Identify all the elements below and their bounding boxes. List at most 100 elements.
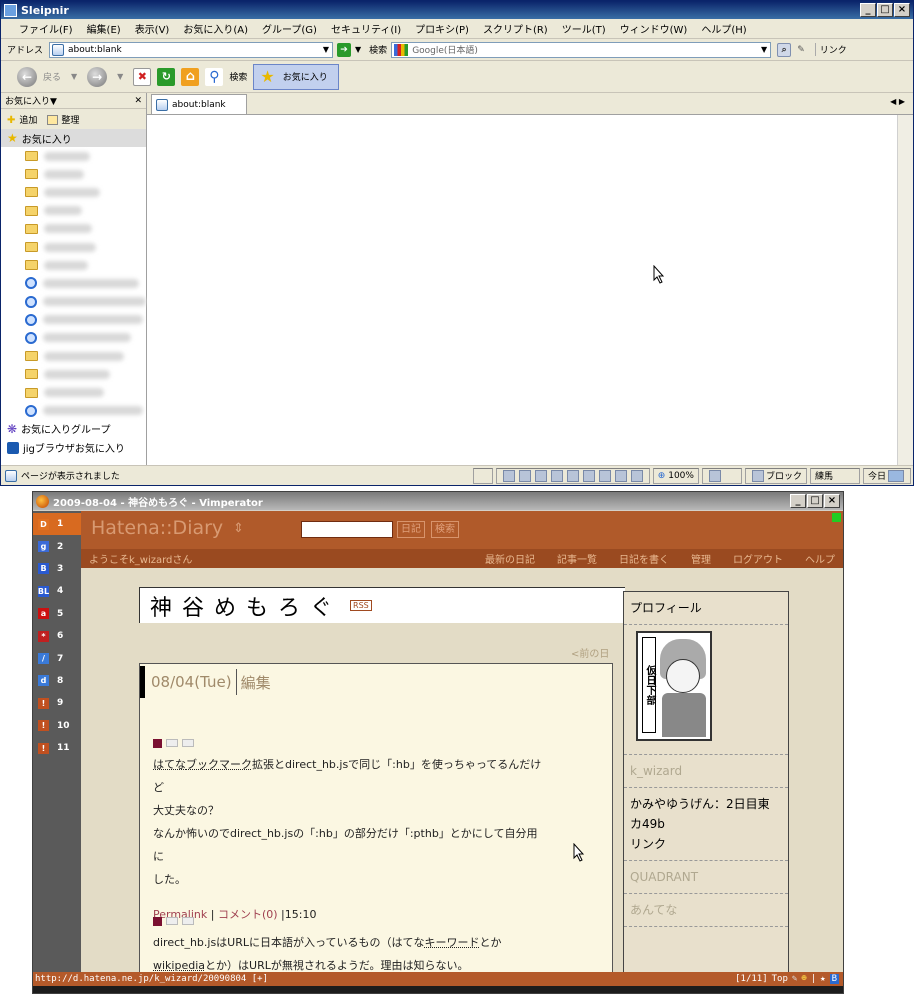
zoom-segment[interactable]: ⊕ 100% — [652, 467, 699, 484]
diary-search-input[interactable] — [301, 521, 393, 538]
sidebar-close-icon[interactable]: ✕ — [134, 96, 142, 106]
go-icon[interactable]: ➔ — [337, 42, 352, 57]
prev-day-link[interactable]: <前の日 — [571, 645, 609, 660]
status-tool-icon[interactable] — [550, 469, 563, 482]
tab-5[interactable]: a5 — [33, 603, 81, 625]
tab-8[interactable]: d8 — [33, 670, 81, 692]
sidebar-title[interactable]: お気に入り▼ — [5, 94, 57, 107]
favorites-button[interactable]: ★ お気に入り — [253, 63, 339, 90]
comment-icon[interactable] — [166, 739, 178, 747]
home-icon[interactable]: ⌂ — [181, 67, 200, 86]
nav-list[interactable]: 記事一覧 — [557, 551, 597, 566]
quadrant-link[interactable]: QUADRANT — [624, 861, 788, 894]
vertical-scrollbar[interactable] — [897, 115, 913, 465]
status-tool-icon[interactable] — [598, 469, 611, 482]
favorite-item[interactable] — [1, 383, 146, 401]
favorite-item[interactable] — [1, 365, 146, 383]
favorite-item[interactable] — [1, 165, 146, 183]
address-dropdown-icon[interactable]: ▼ — [323, 45, 332, 54]
diary-button[interactable]: 日記 — [397, 521, 425, 538]
jig-favorites-item[interactable]: jigブラウザお気に入り — [1, 438, 146, 457]
search-icon[interactable]: ⚲ — [205, 67, 224, 86]
avatar[interactable]: 仮日下部 — [636, 631, 712, 741]
tab-1[interactable]: D1 — [33, 513, 81, 536]
username-link[interactable]: k_wizard — [624, 755, 788, 788]
favorite-item[interactable] — [1, 293, 146, 311]
search-dropdown-icon[interactable]: ▼ — [761, 45, 770, 54]
favorite-item[interactable] — [1, 311, 146, 329]
forward-icon[interactable]: → — [87, 66, 108, 87]
search-input[interactable]: Google(日本語) ▼ — [391, 41, 772, 58]
tab-3[interactable]: B3 — [33, 558, 81, 580]
favorite-item[interactable] — [1, 147, 146, 165]
refresh-icon[interactable]: ↻ — [157, 67, 176, 86]
menu-script[interactable]: スクリプト(R) — [483, 21, 548, 36]
favorites-groups-item[interactable]: ❋ お気に入りグループ — [1, 419, 146, 438]
favorite-item[interactable] — [1, 256, 146, 274]
favorite-item[interactable] — [1, 183, 146, 201]
links-label[interactable]: リンク — [814, 43, 847, 56]
go-dropdown-icon[interactable]: ▼ — [355, 45, 361, 54]
forward-dropdown-icon[interactable]: ▼ — [117, 72, 123, 81]
stop-icon[interactable]: ✖ — [133, 67, 152, 86]
day-date[interactable]: 08/04(Tue) — [151, 673, 232, 691]
tab-7[interactable]: /7 — [33, 647, 81, 669]
favorite-item[interactable] — [1, 220, 146, 238]
back-icon[interactable]: ← — [17, 66, 37, 87]
menu-help[interactable]: ヘルプ(H) — [701, 21, 746, 36]
tab-6[interactable]: * 6 — [33, 625, 81, 647]
nav-help[interactable]: ヘルプ — [805, 551, 835, 566]
edit-link[interactable]: 編集 — [241, 672, 271, 693]
keyword-link[interactable]: ブックマーク — [186, 758, 252, 771]
tab-10[interactable]: ! 10 — [33, 715, 81, 737]
pencil-icon[interactable]: ✎ — [792, 974, 797, 984]
keyword-link[interactable]: wikipedia — [153, 959, 205, 972]
address-input[interactable]: about:blank ▼ — [49, 41, 334, 58]
favorite-item[interactable] — [1, 202, 146, 220]
search-button-label[interactable]: 検索 — [229, 70, 247, 83]
maximize-button[interactable]: □ — [807, 494, 823, 508]
back-label[interactable]: 戻る — [43, 70, 61, 83]
block-segment[interactable]: ブロック — [744, 467, 807, 484]
search-page-icon[interactable]: ⌕ — [777, 42, 792, 57]
bookmark-icon[interactable] — [182, 739, 194, 747]
add-favorite-button[interactable]: ✚ 追加 — [7, 113, 37, 126]
comment-icon[interactable] — [166, 917, 178, 925]
tab-scroll-arrows-icon[interactable]: ◀ ▶ — [890, 97, 905, 106]
tab-about-blank[interactable]: about:blank — [151, 94, 247, 114]
tab-4[interactable]: BL 4 — [33, 580, 81, 602]
close-button[interactable]: × — [824, 494, 840, 508]
menu-security[interactable]: セキュリティ(I) — [331, 21, 401, 36]
status-tool-icon[interactable] — [502, 469, 515, 482]
favorite-item[interactable] — [1, 274, 146, 292]
nav-latest[interactable]: 最新の日記 — [485, 551, 535, 566]
tab-2[interactable]: g2 — [33, 535, 81, 557]
menu-file[interactable]: ファイル(F) — [19, 21, 73, 36]
minimize-button[interactable]: _ — [860, 3, 876, 17]
minimize-button[interactable]: _ — [790, 494, 806, 508]
menu-tools[interactable]: ツール(T) — [562, 21, 606, 36]
nav-write[interactable]: 日記を書く — [619, 551, 669, 566]
nav-logout[interactable]: ログアウト — [733, 551, 783, 566]
hatena-logo[interactable]: Hatena::Diary — [91, 517, 223, 539]
blog-title[interactable]: 神谷めもろぐ — [150, 590, 342, 622]
nav-admin[interactable]: 管理 — [691, 551, 711, 566]
menu-proxy[interactable]: プロキシ(P) — [415, 21, 469, 36]
weather-segment[interactable]: 今日 — [862, 467, 911, 484]
status-tool-icon[interactable] — [566, 469, 579, 482]
antenna-link[interactable]: あんてな — [624, 894, 788, 927]
menu-group[interactable]: グループ(G) — [262, 21, 317, 36]
search-button[interactable]: 検索 — [431, 521, 459, 538]
tab-11[interactable]: ! 11 — [33, 737, 81, 759]
favorite-item[interactable] — [1, 329, 146, 347]
status-tool-icon[interactable] — [630, 469, 643, 482]
bookmark-star-icon[interactable]: ★ — [820, 974, 825, 984]
keyword-link[interactable]: キーワード — [424, 936, 479, 949]
favorites-root[interactable]: ★ お気に入り — [1, 129, 146, 147]
menu-view[interactable]: 表示(V) — [135, 21, 170, 36]
maximize-button[interactable]: □ — [877, 3, 893, 17]
tab-9[interactable]: ! 9 — [33, 692, 81, 714]
close-button[interactable]: × — [894, 3, 910, 17]
status-tool-icon[interactable] — [518, 469, 531, 482]
bookmark-icon[interactable] — [182, 917, 194, 925]
